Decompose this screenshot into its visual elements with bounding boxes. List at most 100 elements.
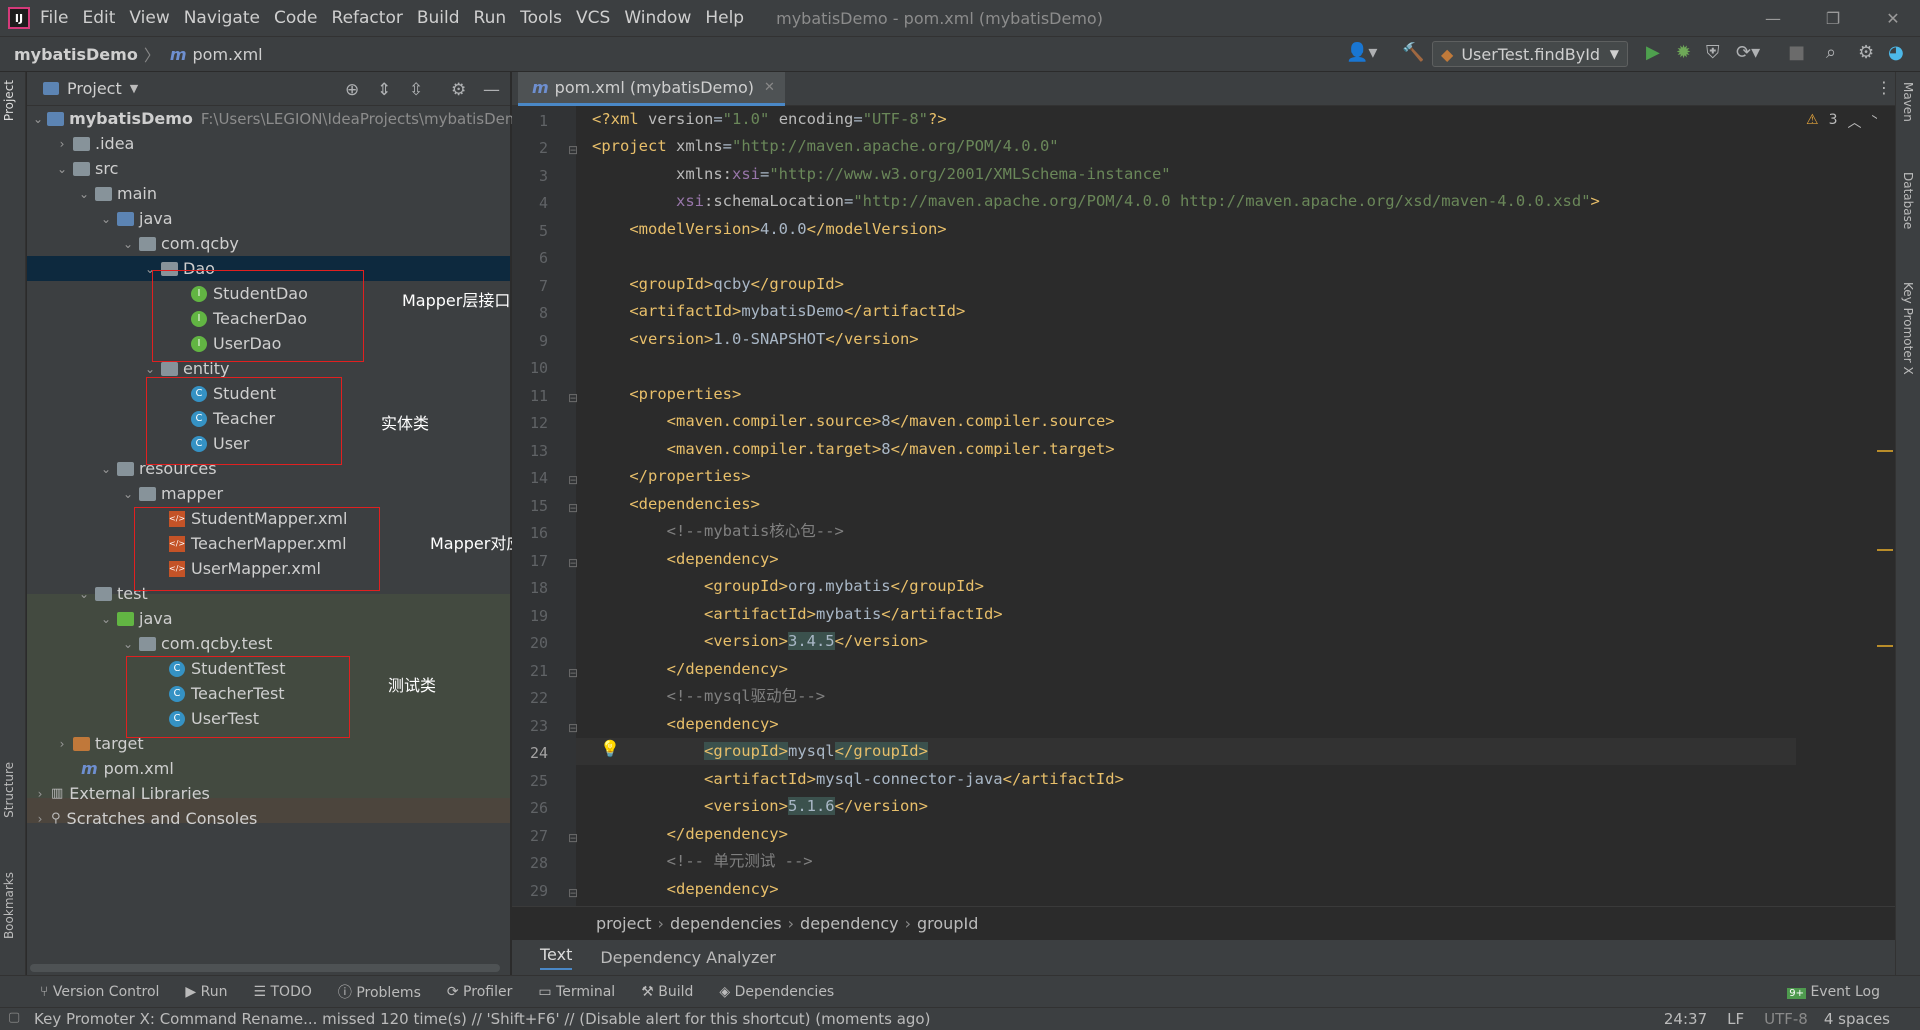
hide-panel-icon[interactable]: — (483, 80, 500, 100)
warning-marker[interactable] (1877, 645, 1893, 647)
problems-button[interactable]: ⓘ Problems (338, 982, 421, 1002)
chevron-down-icon[interactable]: ⌄ (77, 187, 91, 201)
code-line[interactable]: xsi:schemaLocation="http://maven.apache.… (592, 188, 1600, 214)
code-line[interactable]: <artifactId>mysql-connector-java</artifa… (592, 766, 1124, 792)
expand-all-icon[interactable]: ⇕ (377, 80, 391, 100)
warning-marker[interactable] (1877, 549, 1893, 551)
file-encoding[interactable]: UTF-8 (1764, 1010, 1808, 1028)
chevron-down-icon[interactable]: ⌄ (121, 487, 135, 501)
code-line[interactable]: <dependencies> (592, 491, 760, 517)
menu-code[interactable]: Code (274, 8, 318, 28)
minimize-icon[interactable]: — (1746, 0, 1800, 36)
structure-tool-tab[interactable]: Structure (2, 762, 16, 818)
fold-marker-icon[interactable]: ⊟ (568, 886, 578, 900)
close-icon[interactable]: ✕ (1866, 0, 1920, 36)
tree-node-idea[interactable]: › .idea (27, 131, 510, 156)
build-hammer-icon[interactable]: 🔨 (1402, 42, 1424, 63)
chevron-down-icon[interactable]: ⌄ (33, 112, 43, 126)
menu-view[interactable]: View (129, 8, 169, 28)
code-line[interactable]: <version>3.4.5</version> (592, 628, 928, 654)
bookmarks-tool-tab[interactable]: Bookmarks (2, 872, 16, 939)
tab-pom-xml[interactable]: m pom.xml (mybatisDemo) ✕ (518, 72, 785, 106)
fold-marker-icon[interactable]: ⊟ (568, 391, 578, 405)
code-line[interactable]: xmlns:xsi="http://www.w3.org/2001/XMLSch… (592, 161, 1171, 187)
code-line[interactable]: <!-- 单元测试 --> (592, 848, 813, 874)
tree-node-scratches[interactable]: › ⚲ Scratches and Consoles (27, 806, 510, 831)
code-line[interactable]: <maven.compiler.target>8</maven.compiler… (592, 436, 1115, 462)
collapse-all-icon[interactable]: ⇳ (409, 80, 423, 100)
code-line[interactable]: </dependency> (592, 821, 788, 847)
tab-dependency-analyzer[interactable]: Dependency Analyzer (600, 948, 775, 967)
menu-run[interactable]: Run (474, 8, 507, 28)
tree-node-src[interactable]: ⌄ src (27, 156, 510, 181)
fold-marker-icon[interactable]: ⊟ (568, 501, 578, 515)
tree-node-project-root[interactable]: ⌄ mybatisDemo F:\Users\LEGION\IdeaProjec… (27, 106, 519, 131)
menu-navigate[interactable]: Navigate (184, 8, 260, 28)
chevron-down-icon[interactable]: ⌄ (99, 462, 113, 476)
fold-marker-icon[interactable]: ⊟ (568, 721, 578, 735)
user-icon[interactable]: 👤▾ (1346, 42, 1377, 63)
code-line[interactable]: <artifactId>mybatisDemo</artifactId> (592, 298, 965, 324)
code-line[interactable]: <version>5.1.6</version> (592, 793, 928, 819)
code-line[interactable]: <groupId>qcby</groupId> (592, 271, 844, 297)
project-panel-title[interactable]: Project (67, 79, 122, 98)
run-icon[interactable]: ▶ (1646, 42, 1660, 63)
project-tool-tab[interactable]: Project (2, 80, 16, 121)
profiler-button[interactable]: ⟳ Profiler (447, 984, 512, 1000)
version-control-button[interactable]: ⑂ Version Control (40, 984, 159, 1000)
tree-node-pom-xml[interactable]: m pom.xml (27, 756, 510, 781)
menu-build[interactable]: Build (417, 8, 460, 28)
chevron-right-icon[interactable]: › (33, 812, 47, 826)
fold-marker-icon[interactable]: ⊟ (568, 143, 578, 157)
run-tool-button[interactable]: ▶ Run (185, 984, 227, 1000)
terminal-button[interactable]: ▭ Terminal (538, 984, 615, 1000)
code-line[interactable]: <!--mybatis核心包--> (592, 518, 844, 544)
breadcrumb-project[interactable]: mybatisDemo (14, 45, 138, 64)
inspection-widget[interactable]: ⚠ 3 ︿ ﹀ (1806, 112, 1885, 132)
code-line-current[interactable]: <groupId>mysql</groupId> (592, 738, 928, 764)
database-tool-tab[interactable]: Database (1901, 172, 1915, 229)
stop-icon[interactable]: ■ (1788, 42, 1805, 63)
code-line[interactable]: <?xml version="1.0" encoding="UTF-8"?> (592, 106, 947, 132)
breadcrumb-groupid[interactable]: groupId (917, 914, 978, 933)
breadcrumb-project[interactable]: project (596, 914, 652, 933)
fold-marker-icon[interactable]: ⊟ (568, 556, 578, 570)
menu-window[interactable]: Window (624, 8, 691, 28)
status-message[interactable]: Key Promoter X: Command Rename... missed… (34, 1010, 930, 1028)
fold-marker-icon[interactable]: ⊟ (568, 473, 578, 487)
code-line[interactable]: </dependency> (592, 656, 788, 682)
tree-node-external-libraries[interactable]: › ▥ External Libraries (27, 781, 510, 806)
code-line[interactable]: <project xmlns="http://maven.apache.org/… (592, 133, 1059, 159)
chevron-right-icon[interactable]: › (55, 137, 69, 151)
debug-icon[interactable]: ✹ (1676, 42, 1691, 63)
code-line[interactable]: <!--mysql驱动包--> (592, 683, 825, 709)
horizontal-scrollbar[interactable] (30, 964, 500, 972)
code-line[interactable]: <dependency> (592, 711, 779, 737)
menu-edit[interactable]: Edit (82, 8, 115, 28)
code-line[interactable]: <version>1.0-SNAPSHOT</version> (592, 326, 918, 352)
menu-vcs[interactable]: VCS (576, 8, 610, 28)
chevron-up-icon[interactable]: ︿ (1847, 112, 1861, 132)
line-separator[interactable]: LF (1727, 1010, 1744, 1028)
caret-position[interactable]: 24:37 (1664, 1010, 1707, 1028)
chevron-down-icon[interactable]: ⌄ (99, 612, 113, 626)
code-line[interactable]: </properties> (592, 463, 750, 489)
toggle-tool-windows-icon[interactable]: ▢ (8, 1010, 20, 1025)
breadcrumb-dependency[interactable]: dependency (800, 914, 899, 933)
locate-file-icon[interactable]: ⊕ (345, 80, 359, 100)
chevron-down-icon[interactable]: ⌄ (77, 587, 91, 601)
chevron-down-icon[interactable]: ⌄ (121, 237, 135, 251)
menu-help[interactable]: Help (705, 8, 744, 28)
code-line[interactable]: <modelVersion>4.0.0</modelVersion> (592, 216, 946, 242)
maven-tool-tab[interactable]: Maven (1901, 82, 1915, 122)
restore-icon[interactable]: ❐ (1806, 0, 1860, 36)
chevron-down-icon[interactable]: ⌄ (143, 362, 157, 376)
code-line[interactable]: <maven.compiler.source>8</maven.compiler… (592, 408, 1115, 434)
warning-marker[interactable] (1877, 450, 1893, 452)
code-line[interactable]: <groupId>org.mybatis</groupId> (592, 573, 984, 599)
jetbrains-toolbox-icon[interactable]: ◕ (1888, 42, 1904, 63)
breadcrumb-file[interactable]: pom.xml (193, 45, 263, 64)
code-line[interactable]: <artifactId>mybatis</artifactId> (592, 601, 1003, 627)
chevron-down-icon[interactable]: ▼ (130, 82, 138, 95)
todo-button[interactable]: ☰ TODO (253, 984, 311, 1000)
